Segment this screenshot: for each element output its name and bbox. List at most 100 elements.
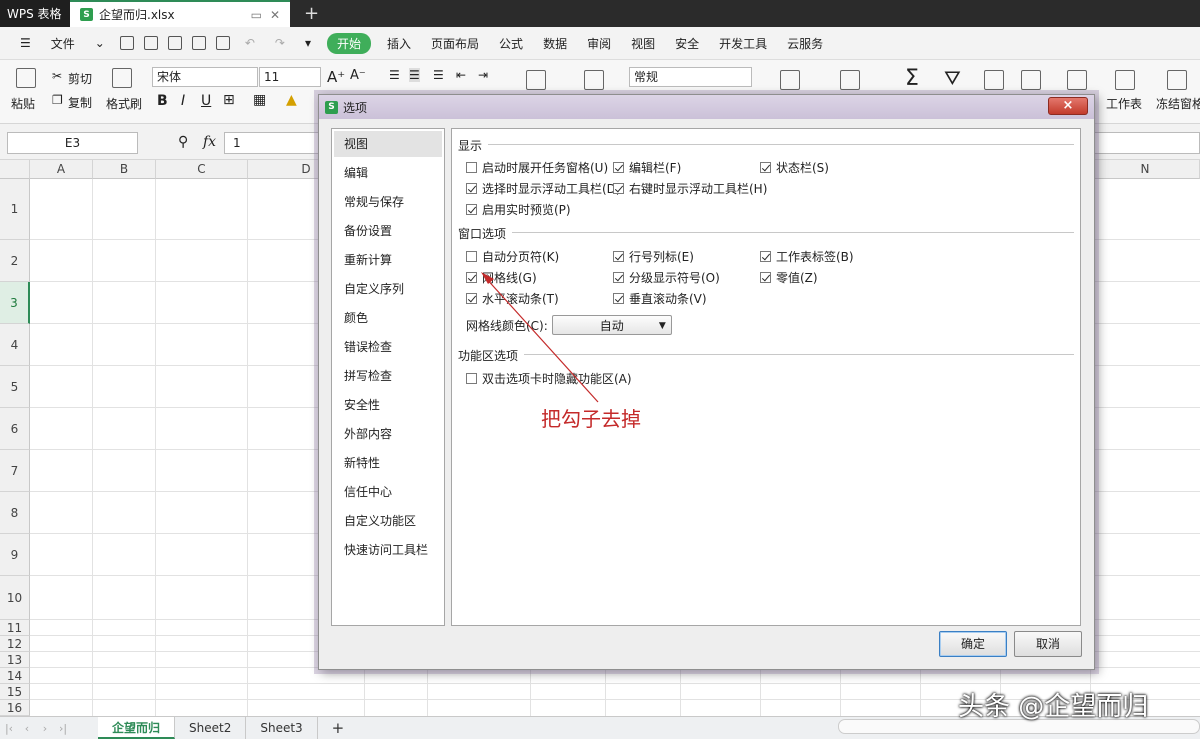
font-size-select[interactable]: 11 [259, 67, 321, 87]
open-folder-icon[interactable] [119, 36, 134, 50]
scissors-icon[interactable]: ✂ [52, 69, 62, 83]
merge-center-icon[interactable] [526, 70, 546, 90]
border-icon[interactable]: ⊞ [223, 92, 235, 108]
tab-page-layout[interactable]: 页面布局 [421, 35, 489, 52]
column-header-b[interactable]: B [93, 160, 156, 179]
checkbox-checked[interactable] [613, 183, 624, 194]
tab-home[interactable]: 开始 [327, 32, 372, 54]
chevron-down-icon[interactable]: ⌄ [85, 36, 115, 50]
customize-icon[interactable]: ▾ [295, 36, 321, 50]
nav-item-error-check[interactable]: 错误检查 [334, 334, 442, 360]
next-sheet-icon[interactable]: › [36, 722, 54, 735]
option-expand-task-pane[interactable]: 启动时展开任务窗格(U) [466, 159, 608, 176]
format-painter-icon[interactable] [112, 68, 132, 88]
copy-icon[interactable]: ❐ [52, 93, 63, 107]
wrap-text-icon[interactable] [584, 70, 604, 90]
option-status-bar[interactable]: 状态栏(S) [760, 159, 829, 176]
nav-item-general-save[interactable]: 常规与保存 [334, 189, 442, 215]
paste-button[interactable]: 粘贴 [11, 95, 35, 112]
align-bottom-icon[interactable]: ☰ [433, 68, 444, 82]
checkbox-checked[interactable] [466, 293, 477, 304]
print-icon[interactable] [191, 36, 206, 50]
tab-close-icon[interactable]: ✕ [270, 8, 280, 22]
row-header-6[interactable]: 6 [0, 408, 30, 450]
column-header-n[interactable]: N [1091, 160, 1200, 179]
format-icon[interactable] [1021, 70, 1041, 90]
export-icon[interactable] [167, 36, 182, 50]
tab-insert[interactable]: 插入 [377, 35, 421, 52]
prev-sheet-icon[interactable]: ‹ [18, 722, 36, 735]
checkbox-checked[interactable] [466, 183, 477, 194]
fill-color-icon[interactable]: ▦ [253, 92, 266, 108]
option-formula-bar[interactable]: 编辑栏(F) [613, 159, 681, 176]
document-tab[interactable]: S 企望而归.xlsx ▭ ✕ [70, 0, 290, 27]
sort-icon[interactable] [984, 70, 1004, 90]
conditional-format-icon[interactable] [780, 70, 800, 90]
format-painter-button[interactable]: 格式刷 [106, 95, 142, 112]
rows-columns-icon[interactable] [1067, 70, 1087, 90]
checkbox-checked[interactable] [613, 162, 624, 173]
redo-icon[interactable]: ↷ [265, 36, 295, 50]
nav-item-customize-ribbon[interactable]: 自定义功能区 [334, 508, 442, 534]
freeze-panes-button[interactable]: 冻结窗格 [1156, 95, 1200, 112]
print-preview-icon[interactable] [215, 36, 230, 50]
new-tab-button[interactable]: + [290, 0, 319, 27]
nav-item-spell-check[interactable]: 拼写检查 [334, 363, 442, 389]
tab-security[interactable]: 安全 [665, 35, 709, 52]
hamburger-icon[interactable]: ☰ [10, 36, 41, 50]
tab-data[interactable]: 数据 [533, 35, 577, 52]
underline-icon[interactable]: U [201, 93, 211, 109]
nav-item-edit[interactable]: 编辑 [334, 160, 442, 186]
row-header-1[interactable]: 1 [0, 179, 30, 240]
worksheet-button[interactable]: 工作表 [1106, 95, 1142, 112]
app-tab[interactable]: WPS 表格 [0, 0, 70, 27]
align-middle-icon[interactable]: ☰ [409, 68, 420, 82]
cut-button[interactable]: 剪切 [68, 70, 92, 87]
row-header-3[interactable]: 3 [0, 282, 30, 324]
copy-button[interactable]: 复制 [68, 94, 92, 111]
tab-formulas[interactable]: 公式 [489, 35, 533, 52]
save-icon[interactable] [143, 36, 158, 50]
row-header-11[interactable]: 11 [0, 620, 30, 636]
option-horizontal-scrollbar[interactable]: 水平滚动条(T) [466, 290, 559, 307]
sheet-tab-sheet2[interactable]: Sheet2 [175, 717, 247, 739]
option-zero-values[interactable]: 零值(Z) [760, 269, 818, 286]
column-header-c[interactable]: C [156, 160, 248, 179]
zoom-icon[interactable]: ⚲ [178, 134, 188, 150]
option-outline-symbols[interactable]: 分级显示符号(O) [613, 269, 720, 286]
option-sheet-tabs[interactable]: 工作表标签(B) [760, 248, 854, 265]
sum-icon[interactable]: Σ [905, 66, 919, 91]
option-floating-toolbar-rightclick[interactable]: 右键时显示浮动工具栏(H) [613, 180, 767, 197]
table-style-icon[interactable] [840, 70, 860, 90]
tab-cloud[interactable]: 云服务 [777, 35, 833, 52]
tab-view[interactable]: 视图 [621, 35, 665, 52]
last-sheet-icon[interactable]: ›| [54, 722, 72, 735]
filter-icon[interactable]: ⛛ [944, 66, 961, 90]
increase-font-icon[interactable]: A⁺ [327, 68, 345, 86]
undo-icon[interactable]: ↶ [235, 36, 265, 50]
sheet-tab-sheet3[interactable]: Sheet3 [246, 717, 318, 739]
checkbox-checked[interactable] [466, 204, 477, 215]
row-header-8[interactable]: 8 [0, 492, 30, 534]
indent-increase-icon[interactable]: ⇥ [478, 68, 488, 82]
option-hide-ribbon-dblclick[interactable]: 双击选项卡时隐藏功能区(A) [466, 370, 632, 387]
name-box[interactable]: E3 [7, 132, 138, 154]
window-restore-icon[interactable]: ▭ [251, 8, 262, 22]
fx-icon[interactable]: fx [203, 134, 216, 150]
align-top-icon[interactable]: ☰ [389, 68, 400, 82]
row-header-7[interactable]: 7 [0, 450, 30, 492]
row-header-10[interactable]: 10 [0, 576, 30, 620]
dialog-title-bar[interactable]: S 选项 × [319, 95, 1094, 119]
ok-button[interactable]: 确定 [939, 631, 1007, 657]
nav-item-custom-lists[interactable]: 自定义序列 [334, 276, 442, 302]
italic-icon[interactable]: I [181, 93, 185, 109]
cancel-button[interactable]: 取消 [1014, 631, 1082, 657]
nav-item-view[interactable]: 视图 [334, 131, 442, 157]
checkbox[interactable] [466, 251, 477, 262]
option-auto-page-break[interactable]: 自动分页符(K) [466, 248, 559, 265]
nav-item-recalculate[interactable]: 重新计算 [334, 247, 442, 273]
close-button[interactable]: × [1048, 97, 1088, 115]
font-color-icon[interactable]: ▲ [286, 92, 297, 108]
tab-review[interactable]: 审阅 [577, 35, 621, 52]
tab-developer[interactable]: 开发工具 [709, 35, 777, 52]
